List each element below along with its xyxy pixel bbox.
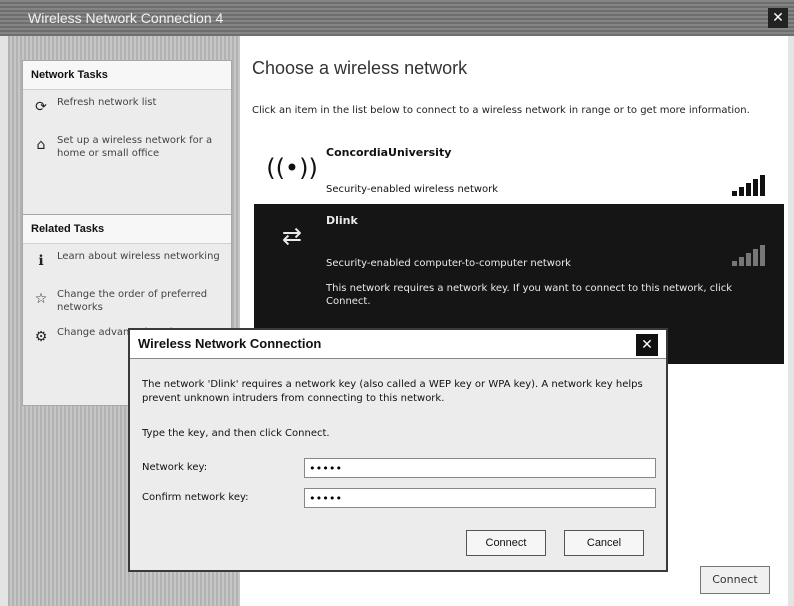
task-label: Refresh network list [57,97,157,108]
network-tasks-header[interactable]: Network Tasks [23,61,231,90]
connect-button[interactable]: Connect [700,566,770,594]
dialog-title[interactable]: Wireless Network Connection [130,330,666,359]
signal-strength-icon [732,244,772,266]
dialog-close-icon[interactable]: ✕ [636,334,658,356]
task-learn-wireless[interactable]: ℹ Learn about wireless networking [23,244,231,282]
network-key-field[interactable] [304,458,656,478]
network-item-concordia[interactable]: ((•)) ConcordiaUniversity Security-enabl… [254,136,784,202]
window-title-bar[interactable]: Wireless Network Connection 4 [0,0,794,36]
task-label: Set up a wireless network for a home or … [57,135,213,159]
signal-strength-icon [732,174,772,196]
computer-to-computer-icon: ⇄ [281,222,303,250]
network-security: Security-enabled wireless network [326,184,499,195]
network-info: This network requires a network key. If … [326,283,733,307]
network-tasks-panel: Network Tasks ⟳ Refresh network list ⌂ S… [22,60,232,224]
dialog-connect-button[interactable]: Connect [466,530,546,556]
star-icon: ☆ [34,290,48,307]
window-close-icon[interactable]: ✕ [768,8,788,28]
network-key-label: Network key: [142,462,208,473]
learn-icon: ℹ [38,252,44,269]
task-setup-wireless-network[interactable]: ⌂ Set up a wireless network for a home o… [23,128,231,166]
network-name: ConcordiaUniversity [326,146,452,159]
task-change-order[interactable]: ☆ Change the order of preferred networks [23,282,231,320]
dialog-message: The network 'Dlink' requires a network k… [142,379,643,404]
window-title: Wireless Network Connection 4 [28,10,224,26]
network-key-dialog: Wireless Network Connection ✕ The networ… [128,328,668,572]
task-label: Learn about wireless networking [57,251,220,262]
network-name: Dlink [326,214,358,227]
dialog-cancel-button[interactable]: Cancel [564,530,644,556]
network-security: Security-enabled computer-to-computer ne… [326,258,571,269]
confirm-key-label: Confirm network key: [142,492,249,503]
refresh-icon: ⟳ [35,98,47,115]
confirm-key-field[interactable] [304,488,656,508]
task-label: Change the order of preferred networks [57,289,208,313]
page-description: Click an item in the list below to conne… [252,105,750,116]
dialog-instruction: Type the key, and then click Connect. [142,428,330,439]
task-refresh-network-list[interactable]: ⟳ Refresh network list [23,90,231,128]
related-tasks-header[interactable]: Related Tasks [23,215,231,244]
setup-network-icon: ⌂ [36,136,46,153]
wireless-antenna-icon: ((•)) [266,154,318,182]
page-title: Choose a wireless network [252,58,468,78]
settings-icon: ⚙ [34,328,48,345]
